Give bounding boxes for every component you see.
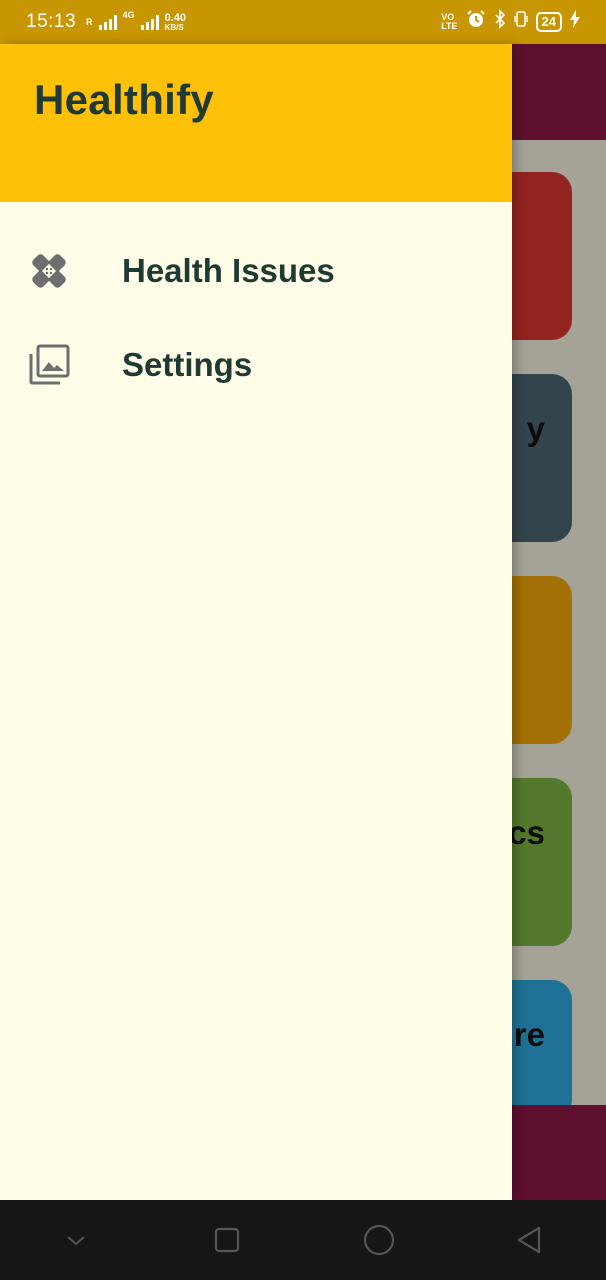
menu-item-settings[interactable]: Settings [0, 318, 512, 412]
battery-icon: 24 [535, 12, 562, 32]
recents-icon[interactable] [197, 1210, 257, 1270]
status-left-icons: R 4G 0.40 KB/S [86, 9, 186, 32]
menu-item-health-issues[interactable]: Health Issues [0, 224, 512, 318]
drawer-title: Healthify [34, 76, 215, 123]
status-time: 15:13 [26, 11, 77, 32]
home-icon[interactable] [349, 1210, 409, 1270]
back-icon[interactable] [500, 1210, 560, 1270]
status-bar: 15:13 R 4G 0.40 KB/S VO LTE 24 [0, 0, 606, 44]
network-type: 4G [122, 9, 135, 20]
drawer-header: Healthify [0, 44, 512, 202]
alarm-icon [466, 9, 486, 35]
drawer-menu: Health Issues Settings [0, 202, 512, 412]
status-right-icons: VO LTE 24 [441, 9, 580, 35]
vibrate-icon [513, 9, 528, 35]
network-speed: 0.40 KB/S [164, 11, 186, 32]
chevron-down-icon[interactable] [46, 1210, 106, 1270]
system-nav-bar [0, 1200, 606, 1280]
speed-value: 0.40 [164, 11, 186, 24]
menu-item-label: Settings [122, 346, 253, 383]
volte-indicator: VO LTE [441, 13, 457, 31]
charging-icon [570, 10, 580, 34]
bandage-icon [28, 250, 70, 292]
signal-icon [140, 14, 159, 30]
bluetooth-icon [494, 9, 506, 35]
photo-library-icon [28, 344, 70, 386]
volte-bottom: LTE [441, 21, 458, 31]
roaming-indicator: R [86, 16, 93, 27]
speed-unit: KB/S [164, 22, 184, 32]
navigation-drawer: Healthify Health Issues Settings [0, 44, 512, 1200]
menu-item-label: Health Issues [122, 252, 335, 289]
signal-icon [98, 14, 117, 30]
